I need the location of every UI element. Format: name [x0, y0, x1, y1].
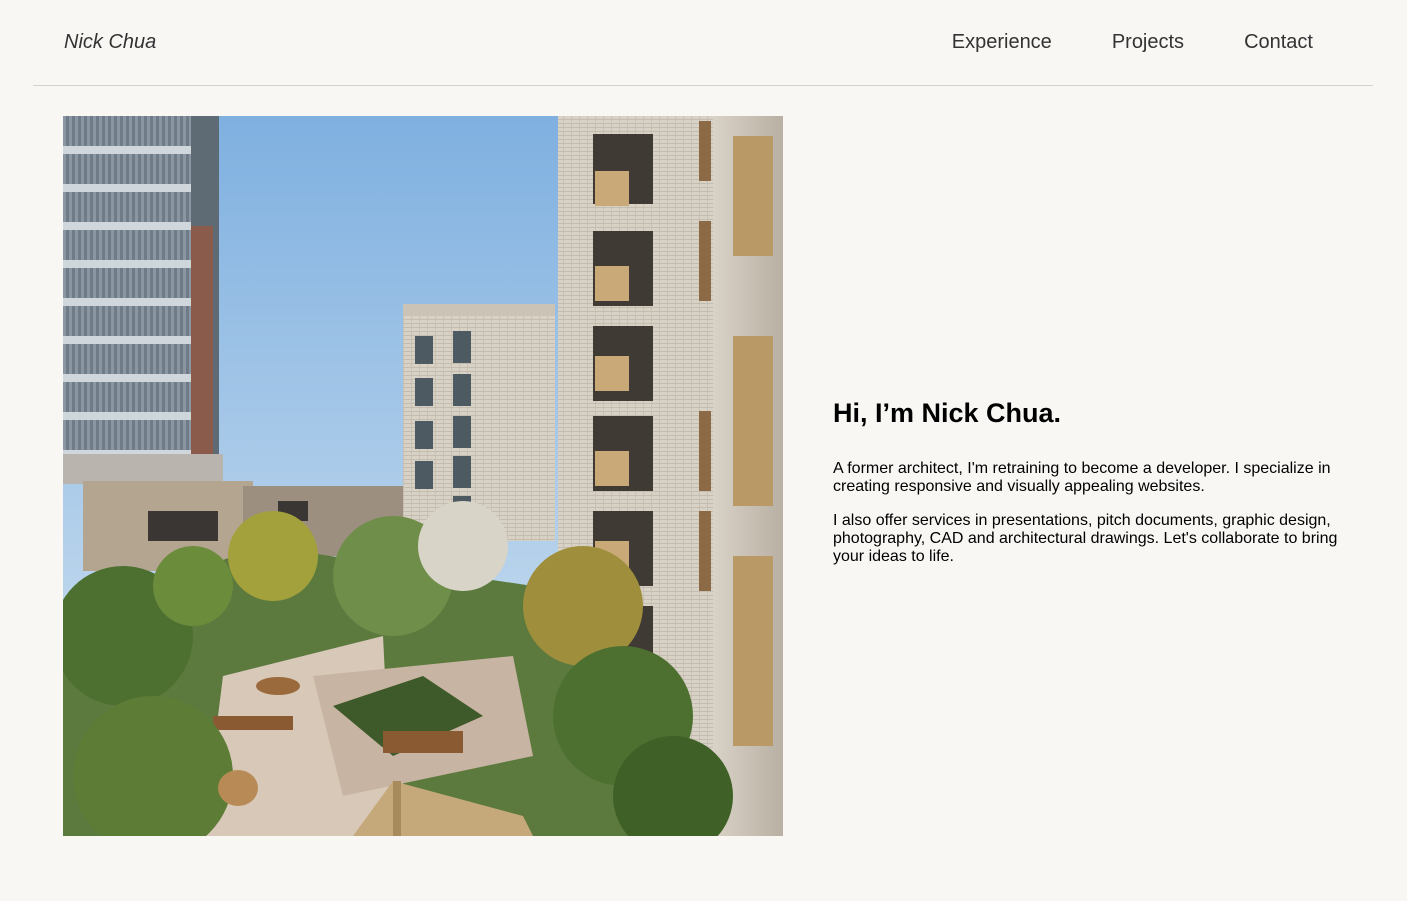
intro-paragraph-2: I also offer services in presentations, …: [833, 512, 1338, 565]
nav-link-contact[interactable]: Contact: [1244, 31, 1313, 54]
intro-section: Hi, I’m Nick Chua. A former architect, I…: [833, 396, 1353, 582]
nav-link-experience[interactable]: Experience: [952, 31, 1052, 54]
site-header: Nick Chua Experience Projects Contact: [33, 0, 1373, 86]
main-nav: Experience Projects Contact: [952, 31, 1313, 54]
intro-heading: Hi, I’m Nick Chua.: [833, 398, 1062, 428]
brand-logo-link[interactable]: Nick Chua: [64, 31, 156, 54]
hero-image: [63, 116, 783, 836]
nav-link-projects[interactable]: Projects: [1112, 31, 1184, 54]
intro-paragraph-1: A former architect, I'm retraining to be…: [833, 460, 1331, 495]
page: Nick Chua Experience Projects Contact Hi…: [0, 0, 1407, 901]
